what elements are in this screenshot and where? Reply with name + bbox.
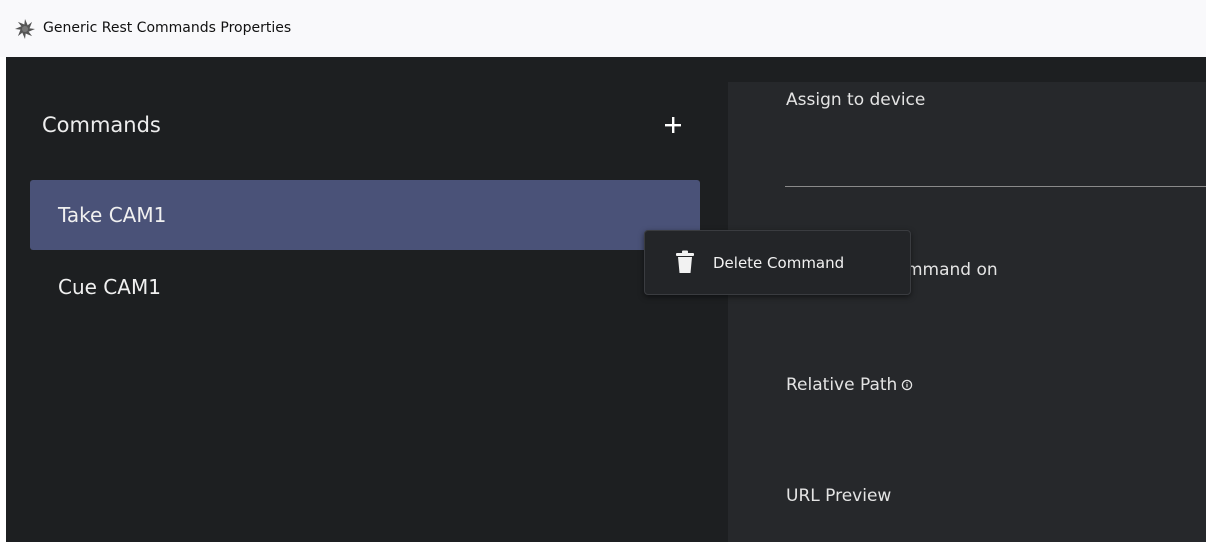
delete-command-label: Delete Command xyxy=(713,254,845,272)
window-body: Commands Take CAM1 Cue CAM1 Assign to de… xyxy=(6,57,1206,542)
commands-sidebar: Commands Take CAM1 Cue CAM1 xyxy=(6,57,728,542)
sidebar-title: Commands xyxy=(42,113,161,137)
command-item-cue-cam1[interactable]: Cue CAM1 xyxy=(30,252,700,322)
command-item-take-cam1[interactable]: Take CAM1 xyxy=(30,180,700,250)
window-title: Generic Rest Commands Properties xyxy=(43,20,292,36)
assign-device-divider xyxy=(785,186,1206,187)
trash-icon xyxy=(676,250,694,273)
url-preview-label: URL Preview xyxy=(786,486,892,506)
send-command-label: mmand on xyxy=(906,260,998,280)
app-logo-icon xyxy=(15,19,35,39)
command-item-label: Take CAM1 xyxy=(58,203,167,227)
command-item-label: Cue CAM1 xyxy=(58,275,161,299)
plus-icon xyxy=(665,117,681,133)
assign-device-label: Assign to device xyxy=(786,90,926,110)
add-command-button[interactable] xyxy=(658,110,688,140)
command-properties-panel: Assign to device mmand on Relative Path … xyxy=(728,82,1206,542)
info-icon[interactable] xyxy=(901,379,913,391)
delete-command-menu-item[interactable]: Delete Command xyxy=(644,230,911,295)
title-bar: Generic Rest Commands Properties xyxy=(0,0,1206,57)
relative-path-label: Relative Path xyxy=(786,375,913,395)
